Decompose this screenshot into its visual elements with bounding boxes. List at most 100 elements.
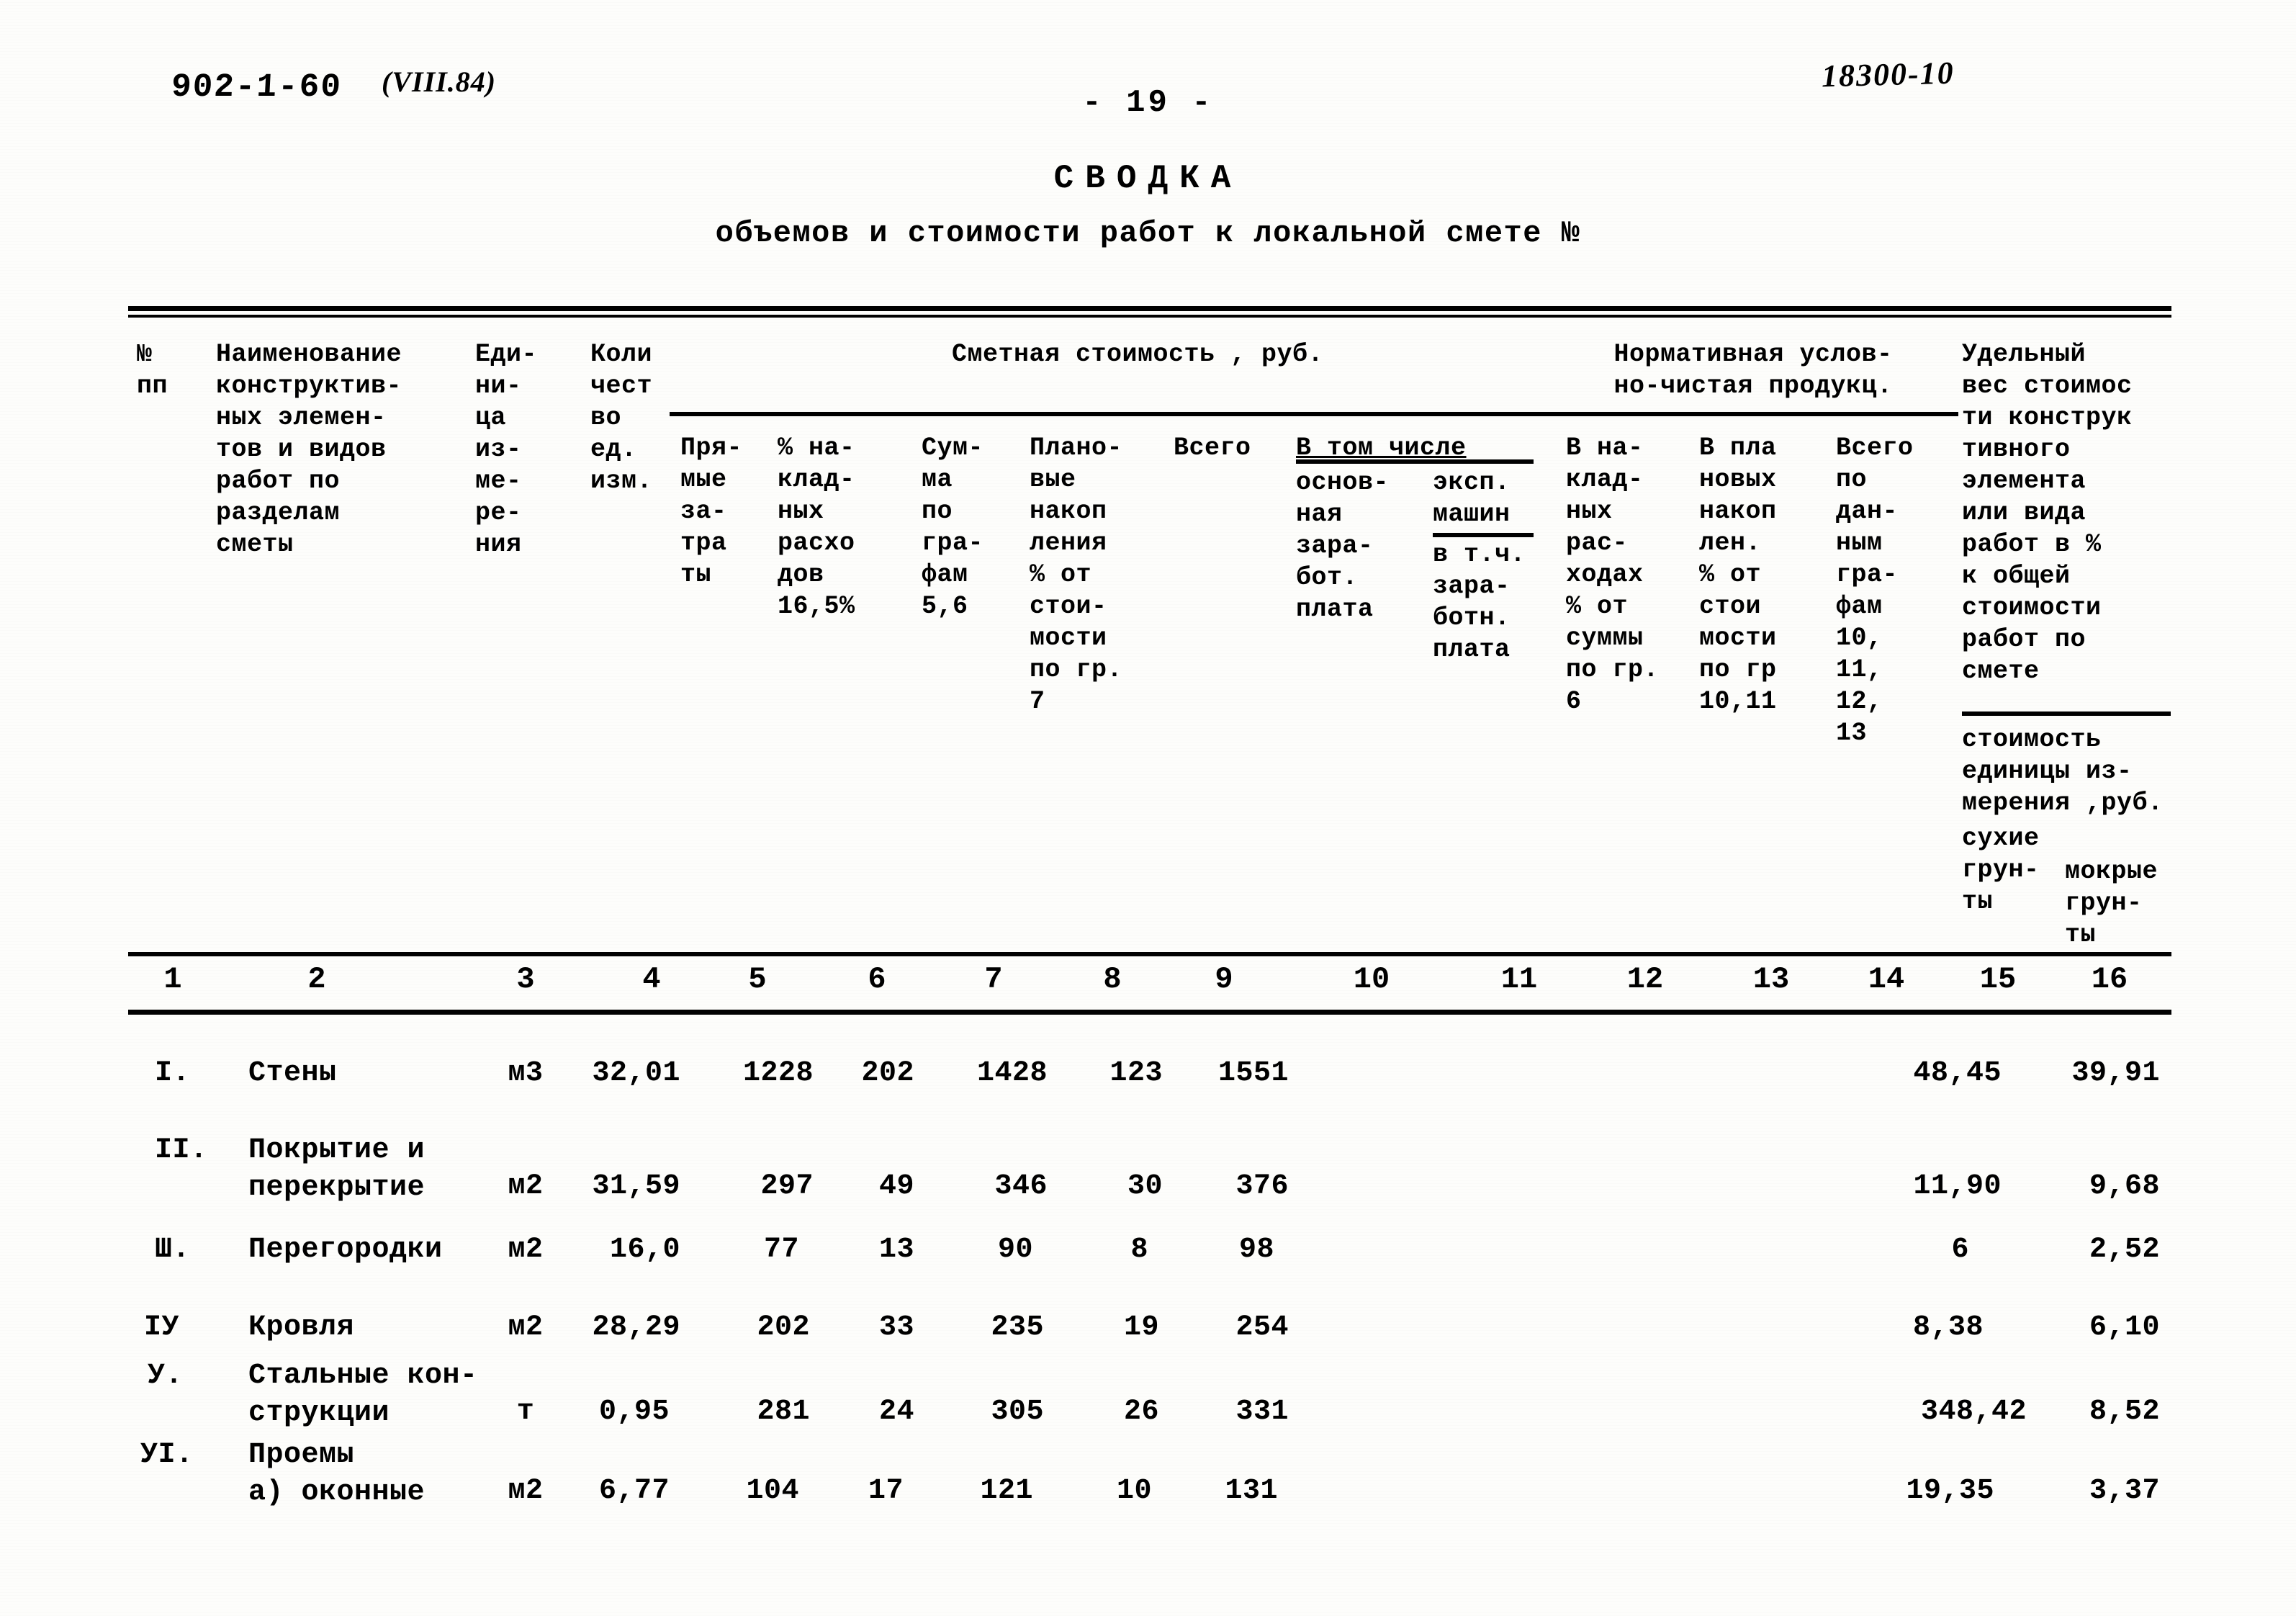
column-number-16: 16 bbox=[2091, 962, 2128, 997]
column-number-bottom-rule bbox=[128, 1010, 2171, 1015]
header-col-11-top: эксп. bbox=[1433, 468, 1511, 497]
row-wet: 2,52 bbox=[2089, 1234, 2160, 1266]
header-subgroup-v-tom-chisle: В том числе bbox=[1296, 434, 1467, 462]
column-number-12: 12 bbox=[1626, 962, 1664, 997]
header-col-5: Пря- мые за- тра ты bbox=[680, 434, 743, 589]
row-wet: 9,68 bbox=[2089, 1170, 2160, 1203]
header-col-11-rest: в т.ч. зара- ботн. плата bbox=[1433, 540, 1526, 664]
header-col-13: В пла новых накоп лен. % от стои мости п… bbox=[1699, 434, 1777, 716]
header-col-15-label: сухие грун- ты bbox=[1962, 824, 2040, 916]
smetnaya-group-rule bbox=[670, 412, 1606, 416]
header-group-normativnaya-produkciya: Нормативная услов- но-чистая продукц. bbox=[1613, 340, 1893, 400]
row-direct: 202 bbox=[757, 1311, 810, 1344]
row-qty: 28,29 bbox=[592, 1311, 680, 1344]
row-sum-5-6: 305 bbox=[991, 1396, 1044, 1428]
table-top-rule-second bbox=[128, 315, 2171, 318]
row-name: Покрытие и перекрытие bbox=[248, 1134, 426, 1204]
archive-stamp: 18300-10 bbox=[1821, 55, 1955, 94]
row-total: 131 bbox=[1225, 1475, 1278, 1507]
row-overhead: 33 bbox=[878, 1311, 914, 1344]
row-unit: м2 bbox=[508, 1475, 544, 1507]
column-number-7: 7 bbox=[984, 962, 1003, 997]
row-wet: 39,91 bbox=[2071, 1057, 2160, 1090]
row-direct: 104 bbox=[746, 1475, 799, 1507]
row-total: 98 bbox=[1238, 1234, 1274, 1266]
row-no: Ш. bbox=[155, 1234, 191, 1266]
row-direct: 281 bbox=[757, 1396, 810, 1428]
header-col-11-mashin: машин bbox=[1433, 500, 1511, 529]
row-no: IУ bbox=[144, 1311, 180, 1344]
row-dry: 8,38 bbox=[1912, 1311, 1984, 1344]
row-name: Стены bbox=[248, 1057, 337, 1090]
header-col-2: Наименование конструктив- ных элемен- то… bbox=[216, 340, 402, 559]
row-qty: 16,0 bbox=[609, 1234, 680, 1266]
table-top-rule bbox=[128, 306, 2171, 311]
header-col-8: Плано- вые накоп ления % от стои- мости … bbox=[1030, 434, 1123, 716]
row-dry: 11,90 bbox=[1913, 1170, 2002, 1203]
row-overhead: 13 bbox=[878, 1234, 914, 1266]
row-total: 376 bbox=[1235, 1170, 1289, 1203]
row-planned: 8 bbox=[1130, 1234, 1148, 1266]
document-page: 902-1-60 (VIII.84) - 19 - 18300-10 СВОДК… bbox=[0, 0, 2296, 1616]
header-group-smetnaya-stoimost: Сметная стоимость , руб. bbox=[951, 340, 1324, 369]
column-number-4: 4 bbox=[642, 962, 661, 997]
row-dry: 348,42 bbox=[1920, 1396, 2027, 1428]
column-number-top-rule bbox=[128, 952, 2171, 956]
column-number-5: 5 bbox=[748, 962, 767, 997]
row-wet: 3,37 bbox=[2089, 1475, 2160, 1507]
row-sum-5-6: 346 bbox=[994, 1170, 1048, 1203]
row-planned: 30 bbox=[1127, 1170, 1163, 1203]
header-col-16-label: мокрые грун- ты bbox=[2065, 857, 2158, 949]
page-subtitle: объемов и стоимости работ к локальной см… bbox=[715, 216, 1581, 251]
row-sum-5-6: 121 bbox=[980, 1475, 1033, 1507]
row-qty: 32,01 bbox=[592, 1057, 680, 1090]
row-qty: 6,77 bbox=[598, 1475, 670, 1507]
row-direct: 77 bbox=[763, 1234, 799, 1266]
row-overhead: 202 bbox=[861, 1057, 914, 1090]
udelny-ves-rule bbox=[1962, 712, 2171, 716]
row-no: У. bbox=[148, 1360, 184, 1392]
header-col-12: В на- клад- ных рас- ходах % от суммы по… bbox=[1566, 434, 1660, 716]
header-col-14: Всего по дан- ным гра- фам 10, 11, 12, 1… bbox=[1836, 434, 1914, 748]
row-name: Проемы а) оконные bbox=[248, 1439, 426, 1509]
row-unit: м2 bbox=[508, 1234, 544, 1266]
row-overhead: 49 bbox=[878, 1170, 914, 1203]
row-sum-5-6: 235 bbox=[991, 1311, 1044, 1344]
row-dry: 48,45 bbox=[1913, 1057, 2002, 1090]
column-number-11: 11 bbox=[1500, 962, 1538, 997]
row-planned: 26 bbox=[1123, 1396, 1159, 1428]
row-name: Стальные кон- струкции bbox=[248, 1360, 478, 1429]
row-dry: 19,35 bbox=[1906, 1475, 1994, 1507]
header-col-15-16-title: Удельный вес стоимос ти конструк тивного… bbox=[1962, 340, 2133, 686]
nchp-group-rule bbox=[1548, 412, 1958, 416]
header-col-15-16-subtitle: стоимость единицы из- мерения ,руб. bbox=[1962, 725, 2164, 817]
column-number-3: 3 bbox=[516, 962, 535, 997]
column-number-13: 13 bbox=[1752, 962, 1790, 997]
column-number-10: 10 bbox=[1353, 962, 1390, 997]
row-unit: м2 bbox=[508, 1170, 544, 1203]
row-unit: м3 bbox=[508, 1057, 544, 1090]
header-col-3: Еди- ни- ца из- ме- ре- ния bbox=[475, 340, 538, 559]
row-planned: 19 bbox=[1123, 1311, 1159, 1344]
row-no: I. bbox=[155, 1057, 191, 1090]
row-unit: т bbox=[516, 1396, 535, 1428]
mashin-rule bbox=[1433, 533, 1534, 537]
column-number-6: 6 bbox=[868, 962, 886, 997]
header-col-6: % на- клад- ных расхо дов 16,5% bbox=[778, 434, 855, 621]
row-overhead: 17 bbox=[868, 1475, 904, 1507]
column-number-8: 8 bbox=[1103, 962, 1122, 997]
column-number-9: 9 bbox=[1215, 962, 1233, 997]
row-total: 1551 bbox=[1217, 1057, 1289, 1090]
row-sum-5-6: 1428 bbox=[976, 1057, 1048, 1090]
page-title: СВОДКА bbox=[1053, 160, 1243, 197]
column-number-1: 1 bbox=[163, 962, 182, 997]
row-direct: 297 bbox=[760, 1170, 814, 1203]
row-name: Перегородки bbox=[248, 1234, 443, 1266]
header-col-10: основ- ная зара- бот. плата bbox=[1296, 468, 1390, 624]
row-qty: 31,59 bbox=[592, 1170, 680, 1203]
column-number-15: 15 bbox=[1979, 962, 2017, 997]
row-dry: 6 bbox=[1951, 1234, 1969, 1266]
header-col-1: № пп bbox=[137, 340, 168, 400]
row-name: Кровля bbox=[248, 1311, 355, 1344]
row-unit: м2 bbox=[508, 1311, 544, 1344]
